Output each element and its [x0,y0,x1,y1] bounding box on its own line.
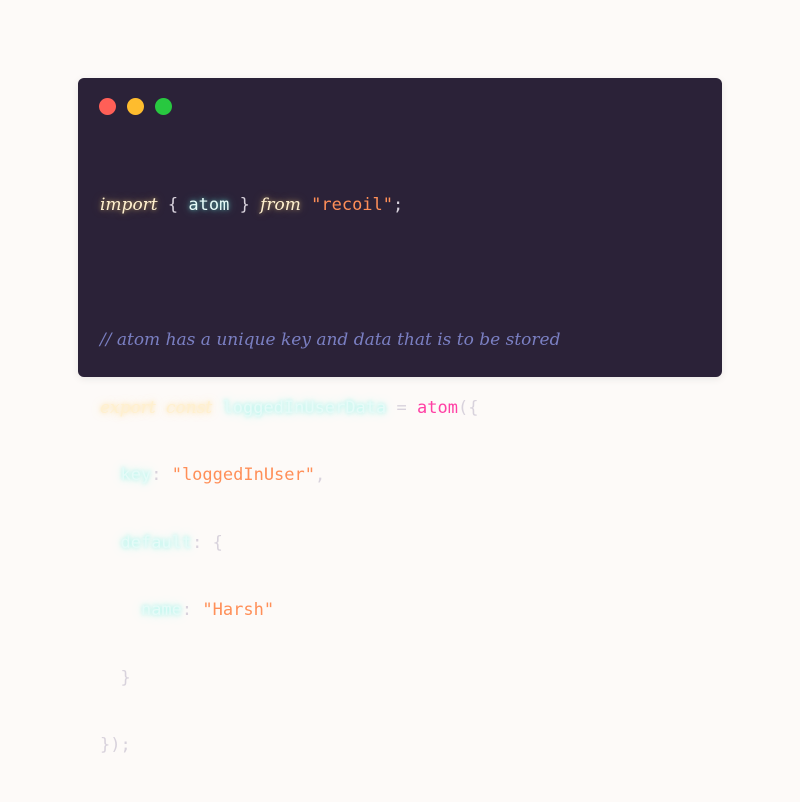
module-string: "recoil" [311,195,394,215]
atom-function: atom [417,397,458,418]
code-line-comment: // atom has a unique key and data that i… [100,329,561,352]
equals-sign: = [396,397,407,418]
key-colon: : [151,465,162,485]
code-line-name: name: "Harsh" [100,599,561,622]
code-window: import { atom } from "recoil"; // atom h… [78,78,722,755]
code-line-default: default: { [100,532,561,555]
key-property: key [120,465,152,485]
name-value: "Harsh" [202,600,275,620]
key-comma: , [315,465,326,485]
default-property: default [120,532,193,553]
from-keyword: from [260,195,301,215]
call-open: ({ [457,397,479,418]
atom-identifier: atom [188,195,230,215]
close-brace: } [239,195,250,215]
code-comment: // atom has a unique key and data that i… [100,330,561,350]
code-line-1: import { atom } from "recoil"; [100,194,561,217]
default-close-brace: } [120,667,131,688]
code-line-export: export const loggedInUserData = atom({ [100,397,561,420]
code-line-key: key: "loggedInUser", [100,464,561,487]
code-line-close: }); [100,734,561,757]
default-colon: : [192,532,203,553]
code-line-default-close: } [100,667,561,690]
close-dot[interactable] [99,98,116,115]
maximize-dot[interactable] [155,98,172,115]
call-close: }); [100,735,131,755]
name-property: name [140,600,182,620]
key-value: "loggedInUser" [171,465,315,485]
window-controls [99,98,172,115]
code-block: import { atom } from "recoil"; // atom h… [100,149,561,802]
default-open-brace: { [212,532,223,553]
open-brace: { [167,195,179,215]
const-keyword: const [165,397,213,418]
semicolon: ; [393,195,404,215]
export-keyword: export [100,397,156,418]
name-colon: : [181,600,193,620]
import-keyword: import [100,195,158,215]
minimize-dot[interactable] [127,98,144,115]
variable-name: loggedInUserData [222,397,387,418]
